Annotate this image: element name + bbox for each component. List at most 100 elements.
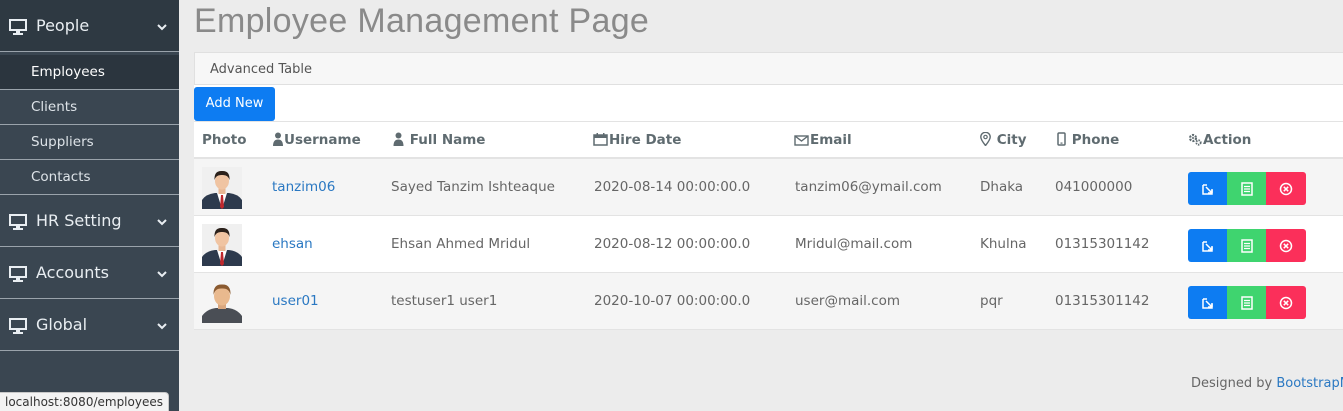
user-avatar — [202, 281, 242, 323]
footer-link[interactable]: BootstrapM — [1276, 376, 1343, 391]
details-button[interactable] — [1227, 172, 1267, 205]
cell-username[interactable]: tanzim06 — [272, 159, 335, 216]
sidebar-item-people[interactable]: People — [0, 0, 179, 52]
edit-button[interactable] — [1188, 229, 1228, 262]
column-header-photo: Photo — [202, 122, 247, 158]
column-header-full-name[interactable]: Full Name — [393, 122, 485, 158]
column-header-action: Action — [1188, 122, 1251, 158]
edit-icon — [1202, 297, 1213, 309]
user-icon — [273, 132, 283, 146]
gears-icon — [1188, 133, 1202, 146]
column-header-phone[interactable]: Phone — [1057, 122, 1119, 158]
sidebar-item-hr-setting[interactable]: HR Setting — [0, 195, 179, 247]
table-header: Photo Username Full Name Hire Date Email… — [194, 121, 1343, 159]
chevron-down-icon — [157, 323, 167, 330]
sidebar-subitem-label: Clients — [31, 99, 78, 115]
sidebar-item-employees[interactable]: Employees — [0, 55, 179, 90]
sidebar-subitem-label: Suppliers — [31, 134, 94, 150]
row-actions — [1188, 229, 1306, 262]
cell-city: Dhaka — [980, 179, 1024, 195]
user-avatar — [202, 167, 242, 209]
edit-button[interactable] — [1188, 286, 1228, 319]
footer-prefix: Designed by — [1191, 376, 1277, 391]
column-header-label: City — [996, 132, 1027, 148]
details-button[interactable] — [1227, 229, 1267, 262]
user-icon — [393, 132, 404, 146]
chevron-down-icon — [157, 24, 167, 31]
cell-email: user@mail.com — [795, 293, 900, 309]
table-row: tanzim06 Sayed Tanzim Ishteaque 2020-08-… — [194, 159, 1343, 216]
page-title: Employee Management Page — [194, 2, 650, 40]
column-header-label: Username — [284, 132, 361, 148]
edit-icon — [1202, 183, 1213, 195]
sidebar: People Employees Clients Suppliers Conta… — [0, 0, 179, 411]
column-header-hire-date[interactable]: Hire Date — [593, 122, 681, 158]
sidebar-item-contacts[interactable]: Contacts — [0, 160, 179, 195]
add-new-button[interactable]: Add New — [194, 87, 275, 121]
sidebar-subitem-label: Contacts — [31, 169, 91, 185]
delete-icon — [1279, 296, 1292, 309]
monitor-icon — [9, 19, 27, 35]
delete-button[interactable] — [1266, 229, 1306, 262]
column-header-label: Photo — [202, 132, 247, 148]
details-button[interactable] — [1227, 286, 1267, 319]
delete-icon — [1279, 239, 1292, 252]
delete-icon — [1279, 182, 1292, 195]
details-icon — [1241, 181, 1253, 196]
mobile-phone-icon — [1057, 132, 1066, 146]
envelope-icon — [794, 135, 809, 146]
sidebar-item-label: Global — [36, 315, 88, 334]
sidebar-item-label: HR Setting — [36, 211, 122, 230]
column-header-label: Full Name — [409, 132, 486, 148]
sidebar-item-suppliers[interactable]: Suppliers — [0, 125, 179, 160]
cell-username[interactable]: user01 — [272, 273, 319, 330]
column-header-email[interactable]: Email — [794, 122, 852, 158]
monitor-icon — [9, 214, 27, 230]
sidebar-item-label: People — [36, 16, 90, 35]
cell-email: Mridul@mail.com — [795, 236, 913, 252]
cell-username[interactable]: ehsan — [272, 216, 313, 273]
edit-icon — [1202, 240, 1213, 252]
details-icon — [1241, 238, 1253, 253]
details-icon — [1241, 295, 1253, 310]
chevron-down-icon — [157, 219, 167, 226]
cell-hire-date: 2020-08-12 00:00:00.0 — [594, 236, 751, 252]
sidebar-item-accounts[interactable]: Accounts — [0, 247, 179, 299]
row-actions — [1188, 286, 1306, 319]
card-header: Advanced Table — [194, 52, 1343, 85]
card-header-title: Advanced Table — [210, 62, 312, 77]
cell-full-name: Ehsan Ahmed Mridul — [391, 236, 531, 252]
row-actions — [1188, 172, 1306, 205]
column-header-username[interactable]: Username — [273, 122, 361, 158]
cell-phone: 01315301142 — [1055, 236, 1150, 252]
edit-button[interactable] — [1188, 172, 1228, 205]
browser-status-url: localhost:8080/employees — [0, 392, 169, 411]
footer-credit: Designed by BootstrapM — [1191, 376, 1343, 391]
monitor-icon — [9, 266, 27, 282]
column-header-label: Email — [810, 132, 852, 148]
delete-button[interactable] — [1266, 286, 1306, 319]
cell-city: pqr — [980, 293, 1003, 309]
cell-full-name: testuser1 user1 — [391, 293, 498, 309]
column-header-label: Phone — [1071, 132, 1120, 148]
map-marker-icon — [980, 131, 991, 147]
sidebar-item-global[interactable]: Global — [0, 299, 179, 351]
user-avatar — [202, 224, 242, 266]
chevron-down-icon — [157, 271, 167, 278]
sidebar-item-label: Accounts — [36, 263, 109, 282]
cell-hire-date: 2020-08-14 00:00:00.0 — [594, 179, 751, 195]
calendar-icon — [593, 133, 608, 146]
cell-phone: 041000000 — [1055, 179, 1133, 195]
cell-email: tanzim06@ymail.com — [795, 179, 942, 195]
column-header-label: Hire Date — [609, 132, 682, 148]
monitor-icon — [9, 318, 27, 334]
column-header-city[interactable]: City — [980, 122, 1027, 158]
cell-city: Khulna — [980, 236, 1027, 252]
table-row: ehsan Ehsan Ahmed Mridul 2020-08-12 00:0… — [194, 216, 1343, 273]
column-header-label: Action — [1203, 132, 1252, 148]
sidebar-subitem-label: Employees — [31, 64, 105, 80]
sidebar-item-clients[interactable]: Clients — [0, 90, 179, 125]
cell-phone: 01315301142 — [1055, 293, 1150, 309]
delete-button[interactable] — [1266, 172, 1306, 205]
table-row: user01 testuser1 user1 2020-10-07 00:00:… — [194, 273, 1343, 330]
